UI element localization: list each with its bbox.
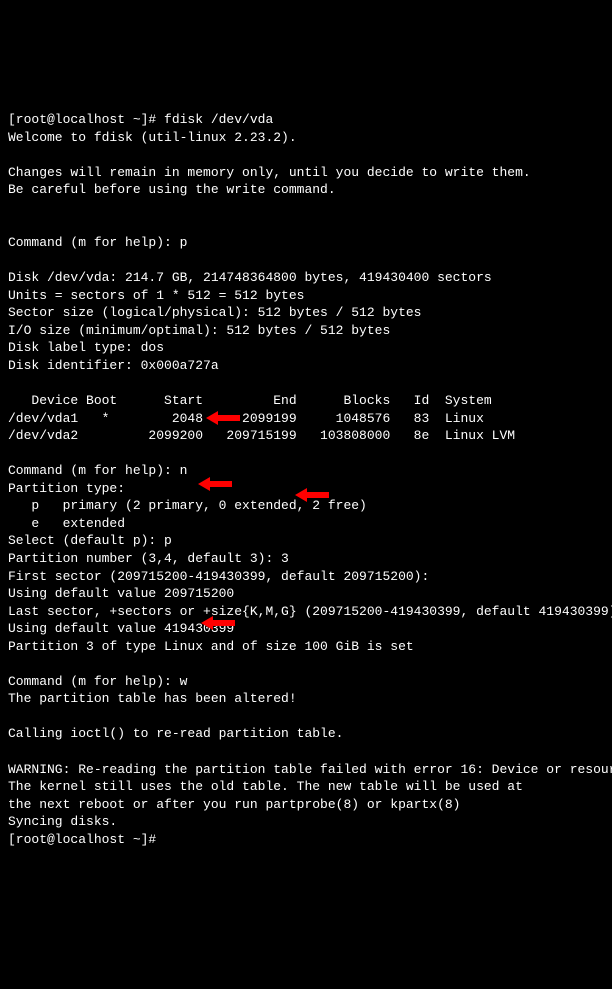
terminal-line <box>8 252 604 270</box>
terminal-line <box>8 146 604 164</box>
terminal-line <box>8 743 604 761</box>
terminal-line: Disk identifier: 0x000a727a <box>8 357 604 375</box>
terminal-line: Select (default p): p <box>8 532 604 550</box>
terminal-line: Disk label type: dos <box>8 339 604 357</box>
arrow-left-icon <box>206 411 240 425</box>
terminal-line: Partition 3 of type Linux and of size 10… <box>8 638 604 656</box>
terminal-line: The kernel still uses the old table. The… <box>8 778 604 796</box>
terminal-line: [root@localhost ~]# <box>8 831 604 849</box>
terminal-line: First sector (209715200-419430399, defau… <box>8 568 604 586</box>
arrow-left-icon <box>198 477 232 491</box>
terminal-line: Be careful before using the write comman… <box>8 181 604 199</box>
terminal-line: Using default value 209715200 <box>8 585 604 603</box>
terminal-line: Device Boot Start End Blocks Id System <box>8 392 604 410</box>
terminal-line <box>8 708 604 726</box>
arrow-left-icon <box>295 488 329 502</box>
terminal-line: Command (m for help): p <box>8 234 604 252</box>
terminal-line: the next reboot or after you run partpro… <box>8 796 604 814</box>
terminal-line: The partition table has been altered! <box>8 690 604 708</box>
terminal-lines: [root@localhost ~]# fdisk /dev/vdaWelcom… <box>8 111 604 848</box>
terminal-line: /dev/vda2 2099200 209715199 103808000 8e… <box>8 427 604 445</box>
terminal-line: Disk /dev/vda: 214.7 GB, 214748364800 by… <box>8 269 604 287</box>
terminal-line <box>8 655 604 673</box>
arrow-left-icon <box>201 616 235 630</box>
terminal-line: Calling ioctl() to re-read partition tab… <box>8 725 604 743</box>
terminal-line: Command (m for help): w <box>8 673 604 691</box>
terminal-line: [root@localhost ~]# fdisk /dev/vda <box>8 111 604 129</box>
terminal-line <box>8 374 604 392</box>
terminal-line: Welcome to fdisk (util-linux 2.23.2). <box>8 129 604 147</box>
terminal-line: WARNING: Re-reading the partition table … <box>8 761 604 779</box>
terminal-line: Partition number (3,4, default 3): 3 <box>8 550 604 568</box>
terminal-output: [root@localhost ~]# fdisk /dev/vdaWelcom… <box>8 76 604 901</box>
terminal-line: Syncing disks. <box>8 813 604 831</box>
terminal-line: Using default value 419430399 <box>8 620 604 638</box>
terminal-line: I/O size (minimum/optimal): 512 bytes / … <box>8 322 604 340</box>
terminal-line: Units = sectors of 1 * 512 = 512 bytes <box>8 287 604 305</box>
terminal-line: e extended <box>8 515 604 533</box>
terminal-line <box>8 199 604 217</box>
terminal-line <box>8 217 604 235</box>
terminal-line: Last sector, +sectors or +size{K,M,G} (2… <box>8 603 604 621</box>
terminal-line: Sector size (logical/physical): 512 byte… <box>8 304 604 322</box>
terminal-line: Command (m for help): n <box>8 462 604 480</box>
terminal-line: /dev/vda1 * 2048 2099199 1048576 83 Linu… <box>8 410 604 428</box>
terminal-line: Changes will remain in memory only, unti… <box>8 164 604 182</box>
terminal-line <box>8 445 604 463</box>
